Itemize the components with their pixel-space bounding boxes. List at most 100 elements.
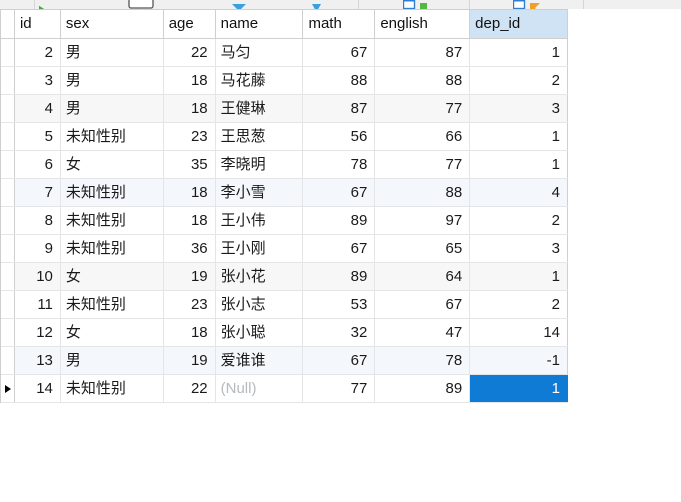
cell-age[interactable]: 23: [164, 123, 216, 150]
cell-age[interactable]: 36: [164, 235, 216, 262]
cell-dep_id[interactable]: 4: [470, 179, 569, 206]
row-gutter[interactable]: [1, 95, 15, 122]
cell-sex[interactable]: 男: [61, 95, 164, 122]
row-gutter[interactable]: [1, 67, 15, 94]
cell-math[interactable]: 77: [303, 375, 376, 402]
cell-english[interactable]: 89: [375, 375, 471, 402]
cell-english[interactable]: 77: [375, 151, 471, 178]
row-gutter[interactable]: [1, 319, 15, 346]
cell-dep_id[interactable]: 2: [470, 291, 569, 318]
cell-age[interactable]: 19: [164, 263, 216, 290]
cell-sex[interactable]: 女: [61, 263, 164, 290]
cell-id[interactable]: 8: [15, 207, 61, 234]
cell-english[interactable]: 65: [375, 235, 471, 262]
cell-english[interactable]: 64: [375, 263, 471, 290]
cell-name[interactable]: 李晓明: [216, 151, 304, 178]
row-gutter[interactable]: [1, 235, 15, 262]
add-record-icon[interactable]: [420, 0, 427, 9]
cell-age[interactable]: 35: [164, 151, 216, 178]
cell-dep_id[interactable]: 1: [470, 123, 569, 150]
cell-name[interactable]: (Null): [216, 375, 304, 402]
table-row[interactable]: 3 男 18 马花藤 88 88 2: [1, 67, 569, 95]
row-gutter[interactable]: [1, 39, 15, 66]
cell-sex[interactable]: 未知性别: [61, 375, 164, 402]
column-header-math[interactable]: math: [303, 10, 376, 38]
cell-sex[interactable]: 男: [61, 347, 164, 374]
cell-name[interactable]: 马匀: [216, 39, 304, 66]
table-row[interactable]: 13 男 19 爱谁谁 67 78 -1: [1, 347, 569, 375]
table-row[interactable]: 7 未知性别 18 李小雪 67 88 4: [1, 179, 569, 207]
cell-sex[interactable]: 未知性别: [61, 179, 164, 206]
cell-age[interactable]: 23: [164, 291, 216, 318]
cell-age[interactable]: 18: [164, 207, 216, 234]
cell-sex[interactable]: 男: [61, 67, 164, 94]
table-row[interactable]: 14 未知性别 22 (Null) 77 89 1: [1, 375, 569, 403]
cell-math[interactable]: 53: [303, 291, 376, 318]
cell-sex[interactable]: 未知性别: [61, 123, 164, 150]
cell-dep_id[interactable]: -1: [470, 347, 569, 374]
table-row[interactable]: 8 未知性别 18 王小伟 89 97 2: [1, 207, 569, 235]
cell-dep_id[interactable]: 1: [470, 39, 569, 66]
cell-sex[interactable]: 男: [61, 39, 164, 66]
cell-id[interactable]: 7: [15, 179, 61, 206]
cell-math[interactable]: 67: [303, 179, 376, 206]
run-query-icon[interactable]: [36, 1, 48, 9]
export-icon[interactable]: [403, 0, 419, 9]
cell-age[interactable]: 18: [164, 319, 216, 346]
cell-id[interactable]: 2: [15, 39, 61, 66]
cell-name[interactable]: 王健琳: [216, 95, 304, 122]
column-header-english[interactable]: english: [375, 10, 471, 38]
cell-english[interactable]: 97: [375, 207, 471, 234]
cell-id[interactable]: 11: [15, 291, 61, 318]
cell-name[interactable]: 李小雪: [216, 179, 304, 206]
cell-age[interactable]: 18: [164, 67, 216, 94]
cell-math[interactable]: 89: [303, 207, 376, 234]
cell-name[interactable]: 王小刚: [216, 235, 304, 262]
row-gutter[interactable]: [1, 347, 15, 374]
cell-id[interactable]: 14: [15, 375, 61, 402]
cell-dep_id[interactable]: 2: [470, 207, 569, 234]
cell-dep_id[interactable]: 2: [470, 67, 569, 94]
cell-english[interactable]: 77: [375, 95, 471, 122]
row-gutter[interactable]: [1, 151, 15, 178]
cell-age[interactable]: 22: [164, 375, 216, 402]
cell-sex[interactable]: 未知性别: [61, 207, 164, 234]
cell-name[interactable]: 爱谁谁: [216, 347, 304, 374]
stop-icon[interactable]: [128, 0, 154, 9]
table-row[interactable]: 12 女 18 张小聪 32 47 14: [1, 319, 569, 347]
cell-english[interactable]: 47: [375, 319, 471, 346]
cell-math[interactable]: 88: [303, 67, 376, 94]
table-row[interactable]: 6 女 35 李晓明 78 77 1: [1, 151, 569, 179]
cell-name[interactable]: 张小聪: [216, 319, 304, 346]
cell-english[interactable]: 87: [375, 39, 471, 66]
cell-name[interactable]: 王思葱: [216, 123, 304, 150]
cell-english[interactable]: 66: [375, 123, 471, 150]
cell-math[interactable]: 89: [303, 263, 376, 290]
cell-age[interactable]: 22: [164, 39, 216, 66]
column-header-age[interactable]: age: [164, 10, 216, 38]
row-gutter[interactable]: [1, 179, 15, 206]
cell-name[interactable]: 张小志: [216, 291, 304, 318]
cell-math[interactable]: 78: [303, 151, 376, 178]
cell-sex[interactable]: 女: [61, 319, 164, 346]
cell-id[interactable]: 10: [15, 263, 61, 290]
result-grid[interactable]: id sex age name math english dep_id 2 男 22…: [0, 9, 569, 403]
cell-dep_id[interactable]: 1: [470, 151, 569, 178]
cell-english[interactable]: 88: [375, 67, 471, 94]
column-header-dep-id[interactable]: dep_id: [470, 10, 568, 38]
cell-id[interactable]: 3: [15, 67, 61, 94]
table-row[interactable]: 4 男 18 王健琳 87 77 3: [1, 95, 569, 123]
cell-id[interactable]: 12: [15, 319, 61, 346]
cell-math[interactable]: 56: [303, 123, 376, 150]
row-gutter[interactable]: [1, 291, 15, 318]
cell-id[interactable]: 9: [15, 235, 61, 262]
cell-math[interactable]: 67: [303, 347, 376, 374]
cell-id[interactable]: 5: [15, 123, 61, 150]
table-row[interactable]: 11 未知性别 23 张小志 53 67 2: [1, 291, 569, 319]
cell-math[interactable]: 67: [303, 235, 376, 262]
cell-english[interactable]: 88: [375, 179, 471, 206]
cell-english[interactable]: 78: [375, 347, 471, 374]
cell-name[interactable]: 王小伟: [216, 207, 304, 234]
cell-dep_id[interactable]: 14: [470, 319, 569, 346]
flag-icon[interactable]: [530, 0, 540, 9]
